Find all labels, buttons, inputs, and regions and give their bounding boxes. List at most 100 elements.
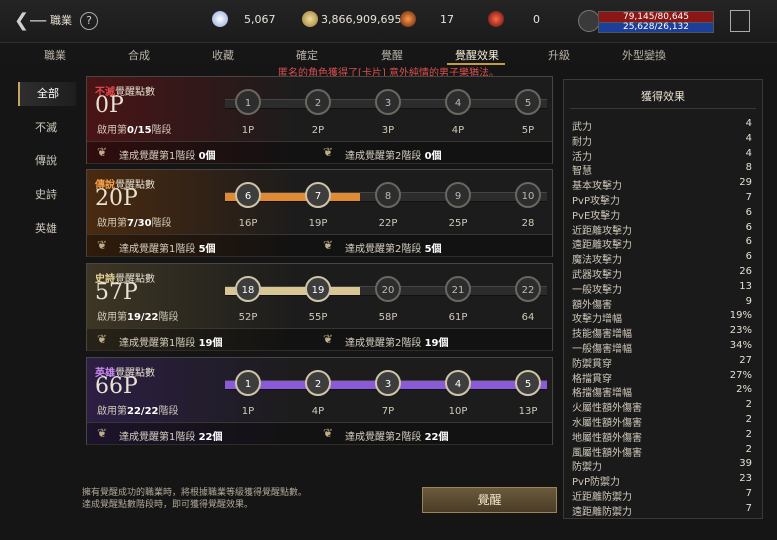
stat-name: PvE攻擊力 bbox=[572, 210, 621, 222]
stage-node[interactable]: 1 bbox=[235, 370, 261, 396]
mp-bar: 25,628/26,132 bbox=[598, 22, 714, 33]
stat-row: 防禦力 39 bbox=[572, 458, 752, 473]
stat-row: 格擋傷害增幅 2% bbox=[572, 384, 752, 399]
effects-panel-title: 獲得效果 bbox=[641, 90, 685, 103]
stage2-achieved: 達成覺醒第2階段 0個 bbox=[345, 147, 442, 162]
stage1-achieved: 達成覺醒第1階段 19個 bbox=[119, 334, 222, 349]
wing-icon: ❦ bbox=[323, 238, 334, 252]
stat-row: PvE攻擊力 6 bbox=[572, 207, 752, 222]
back-arrow-icon[interactable]: ❮— bbox=[14, 10, 47, 32]
stat-row: 防禦貫穿 27 bbox=[572, 355, 752, 370]
divider bbox=[570, 108, 756, 109]
stage-points-label: 61P bbox=[448, 312, 468, 323]
stage2-count: 22個 bbox=[424, 432, 449, 443]
token-count: 17 bbox=[440, 13, 454, 26]
stage1-count: 0個 bbox=[198, 151, 216, 162]
stage-node[interactable]: 20 bbox=[375, 276, 401, 302]
stat-row: 耐力 4 bbox=[572, 133, 752, 148]
step-prefix: 啟用第 bbox=[97, 312, 127, 323]
awaken-card: 傳說覺醒點數 20P 啟用第7/30階段 6 16P 7 19P 8 22P 9 25P 10 28 ❦… bbox=[86, 169, 553, 257]
stage-node[interactable]: 5 bbox=[515, 89, 541, 115]
step-progress: 啟用第22/22階段 bbox=[97, 402, 178, 417]
stat-value: 7 bbox=[745, 192, 752, 203]
stage-node[interactable]: 3 bbox=[375, 370, 401, 396]
stage-node[interactable]: 19 bbox=[305, 276, 331, 302]
tab-awaken-effect[interactable]: 覺醒效果 bbox=[455, 47, 499, 63]
stage2-achieved: 達成覺醒第2階段 22個 bbox=[345, 428, 448, 443]
stage-points-label: 52P bbox=[238, 312, 258, 323]
stage-node[interactable]: 22 bbox=[515, 276, 541, 302]
stage-node[interactable]: 8 bbox=[375, 182, 401, 208]
tab-awaken[interactable]: 覺醒 bbox=[381, 47, 403, 63]
stat-value: 6 bbox=[745, 206, 752, 218]
stage-node[interactable]: 2 bbox=[305, 89, 331, 115]
stat-value: 6 bbox=[745, 251, 752, 263]
awaken-card: 不滅覺醒點數 0P 啟用第0/15階段 1 1P 2 2P 3 3P 4 4P 5 5P ❦ 達成覺醒第… bbox=[86, 76, 553, 164]
token-icon bbox=[400, 11, 416, 27]
stat-row: 近距離防禦力 7 bbox=[572, 488, 752, 503]
stage2-label: 達成覺醒第2階段 bbox=[345, 244, 422, 255]
filter-all[interactable]: 全部 bbox=[18, 82, 76, 106]
stage-node[interactable]: 3 bbox=[375, 89, 401, 115]
stat-value: 27% bbox=[729, 369, 752, 381]
card-footer: ❦ 達成覺醒第1階段 22個 ❦ 達成覺醒第2階段 22個 bbox=[87, 422, 552, 445]
stage-points-label: 28 bbox=[521, 218, 535, 229]
stage2-count: 0個 bbox=[424, 151, 442, 162]
stage-node[interactable]: 4 bbox=[445, 89, 471, 115]
step-value: 0/15 bbox=[127, 125, 152, 136]
stat-row: 額外傷害 9 bbox=[572, 296, 752, 311]
stat-name: 火屬性額外傷害 bbox=[572, 403, 642, 415]
stat-name: 攻擊力增幅 bbox=[572, 314, 622, 326]
tab-class[interactable]: 職業 bbox=[44, 47, 66, 63]
stage-points-label: 10P bbox=[448, 406, 468, 417]
stage-node[interactable]: 1 bbox=[235, 89, 261, 115]
stage1-label: 達成覺醒第1階段 bbox=[119, 338, 196, 349]
tab-upgrade[interactable]: 升級 bbox=[548, 47, 570, 63]
stat-value: 7 bbox=[745, 488, 752, 499]
wing-icon: ❦ bbox=[97, 426, 108, 440]
stat-name: 防禦貫穿 bbox=[572, 358, 612, 370]
step-suffix: 階段 bbox=[158, 406, 179, 417]
stat-name: 格擋傷害增幅 bbox=[572, 388, 632, 400]
card-footer: ❦ 達成覺醒第1階段 5個 ❦ 達成覺醒第2階段 5個 bbox=[87, 234, 552, 257]
stage-node[interactable]: 5 bbox=[515, 370, 541, 396]
stage-points-label: 1P bbox=[241, 406, 255, 417]
stage-node[interactable]: 10 bbox=[515, 182, 541, 208]
help-icon[interactable]: ? bbox=[80, 12, 98, 30]
stat-row: 風屬性額外傷害 2 bbox=[572, 444, 752, 459]
awaken-button[interactable]: 覺醒 bbox=[422, 487, 557, 513]
exit-door-icon[interactable] bbox=[730, 10, 750, 32]
stage-points-label: 22P bbox=[378, 218, 398, 229]
stage1-label: 達成覺醒第1階段 bbox=[119, 151, 196, 162]
stage2-achieved: 達成覺醒第2階段 19個 bbox=[345, 334, 448, 349]
stage-node[interactable]: 2 bbox=[305, 370, 331, 396]
stage2-label: 達成覺醒第2階段 bbox=[345, 151, 422, 162]
stage-node[interactable]: 6 bbox=[235, 182, 261, 208]
tab-collection[interactable]: 收藏 bbox=[212, 47, 234, 63]
stat-name: 格擋貫穿 bbox=[572, 373, 612, 385]
stat-name: 一般傷害增幅 bbox=[572, 344, 632, 355]
tab-appearance[interactable]: 外型變換 bbox=[622, 47, 666, 63]
filter-immortal[interactable]: 不滅 bbox=[18, 116, 74, 140]
filter-legend[interactable]: 傳說 bbox=[18, 149, 74, 173]
stage-node[interactable]: 9 bbox=[445, 182, 471, 208]
stat-value: 4 bbox=[745, 147, 752, 159]
filter-hero[interactable]: 英雄 bbox=[18, 217, 74, 241]
crest-icon bbox=[488, 11, 504, 27]
stage2-count: 5個 bbox=[424, 244, 442, 255]
filter-epic[interactable]: 史詩 bbox=[18, 183, 74, 207]
step-value: 22/22 bbox=[127, 406, 159, 417]
tab-confirm[interactable]: 確定 bbox=[296, 47, 318, 63]
wing-icon: ❦ bbox=[97, 238, 108, 252]
tab-compose[interactable]: 合成 bbox=[128, 47, 150, 63]
stage1-count: 5個 bbox=[198, 244, 216, 255]
stat-value: 23% bbox=[729, 325, 752, 337]
stat-name: 一般攻擊力 bbox=[572, 284, 622, 296]
stage-node[interactable]: 7 bbox=[305, 182, 331, 208]
stat-row: 遠距離攻擊力 6 bbox=[572, 236, 752, 251]
stage-points-label: 16P bbox=[238, 218, 258, 229]
stage-node[interactable]: 18 bbox=[235, 276, 261, 302]
stage-points-label: 55P bbox=[308, 312, 328, 323]
stage-node[interactable]: 21 bbox=[445, 276, 471, 302]
stage-node[interactable]: 4 bbox=[445, 370, 471, 396]
